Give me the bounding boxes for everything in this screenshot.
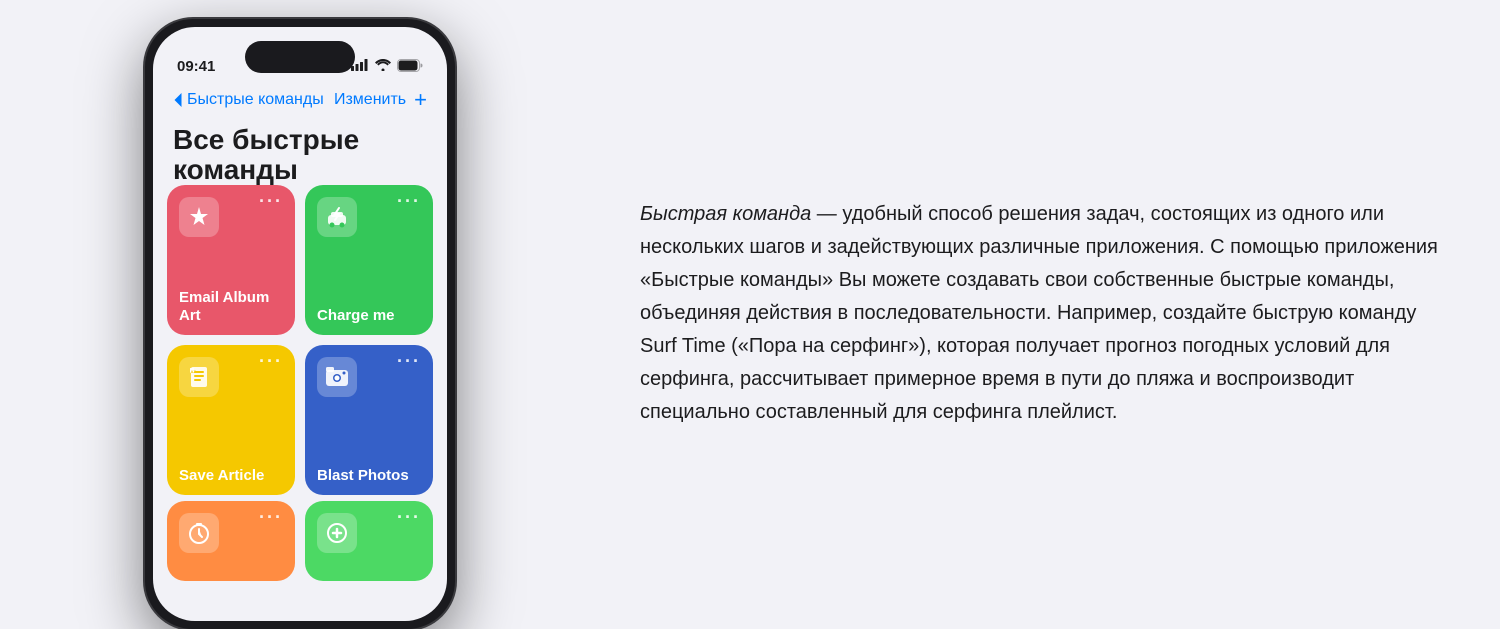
nav-actions: Изменить + — [334, 87, 427, 113]
card-label-charge: Charge me — [317, 307, 421, 325]
card-icon-charge — [317, 197, 357, 237]
dynamic-island — [245, 41, 355, 73]
card-top-blast: ··· — [317, 357, 421, 397]
description-text: Быстрая команда — удобный способ решения… — [640, 198, 1440, 429]
shortcut-blast-photos[interactable]: ··· Blast Photos — [305, 345, 433, 495]
card-menu-blast[interactable]: ··· — [397, 357, 421, 366]
card-icon-timer — [179, 513, 219, 553]
svg-text:AZ: AZ — [191, 369, 197, 374]
card-top-add: ··· — [317, 513, 421, 553]
add-button[interactable]: + — [414, 87, 427, 113]
card-top: ··· — [179, 197, 283, 237]
card-label-save: Save Article — [179, 467, 283, 485]
card-icon-save: AZ — [179, 357, 219, 397]
card-icon-sparkle — [179, 197, 219, 237]
card-menu-email[interactable]: ··· — [259, 197, 283, 206]
shortcut-timer[interactable]: ··· — [167, 501, 295, 581]
card-icon-blast — [317, 357, 357, 397]
card-top-timer: ··· — [179, 513, 283, 553]
shortcut-add[interactable]: ··· — [305, 501, 433, 581]
shortcut-save-article[interactable]: AZ ··· Save Article — [167, 345, 295, 495]
back-label: Быстрые команды — [187, 91, 324, 109]
card-top-save: AZ ··· — [179, 357, 283, 397]
back-button[interactable]: Быстрые команды — [173, 91, 324, 109]
phone-frame: 09:41 — [145, 19, 455, 629]
screen-title: Все быстрые команды — [173, 125, 433, 187]
edit-button[interactable]: Изменить — [334, 91, 406, 109]
text-panel: Быстрая команда — удобный способ решения… — [580, 158, 1500, 469]
shortcut-charge-me[interactable]: ··· Charge me — [305, 185, 433, 335]
phone-screen: 09:41 — [153, 27, 447, 621]
card-menu-charge[interactable]: ··· — [397, 197, 421, 206]
card-menu-add[interactable]: ··· — [397, 513, 421, 522]
card-menu-timer[interactable]: ··· — [259, 513, 283, 522]
nav-bar: Быстрые команды Изменить + — [153, 83, 447, 117]
status-icons — [351, 59, 423, 75]
wifi-icon — [375, 59, 391, 74]
status-time: 09:41 — [177, 58, 215, 75]
bottom-row: ··· ··· — [167, 501, 433, 581]
battery-icon — [397, 59, 423, 75]
shortcuts-grid: ··· Email Album Art — [167, 185, 433, 495]
card-label-email: Email Album Art — [179, 289, 283, 325]
card-top-charge: ··· — [317, 197, 421, 237]
shortcut-email-album-art[interactable]: ··· Email Album Art — [167, 185, 295, 335]
card-icon-add — [317, 513, 357, 553]
phone-container: 09:41 — [0, 0, 580, 627]
card-label-blast: Blast Photos — [317, 467, 421, 485]
card-menu-save[interactable]: ··· — [259, 357, 283, 366]
